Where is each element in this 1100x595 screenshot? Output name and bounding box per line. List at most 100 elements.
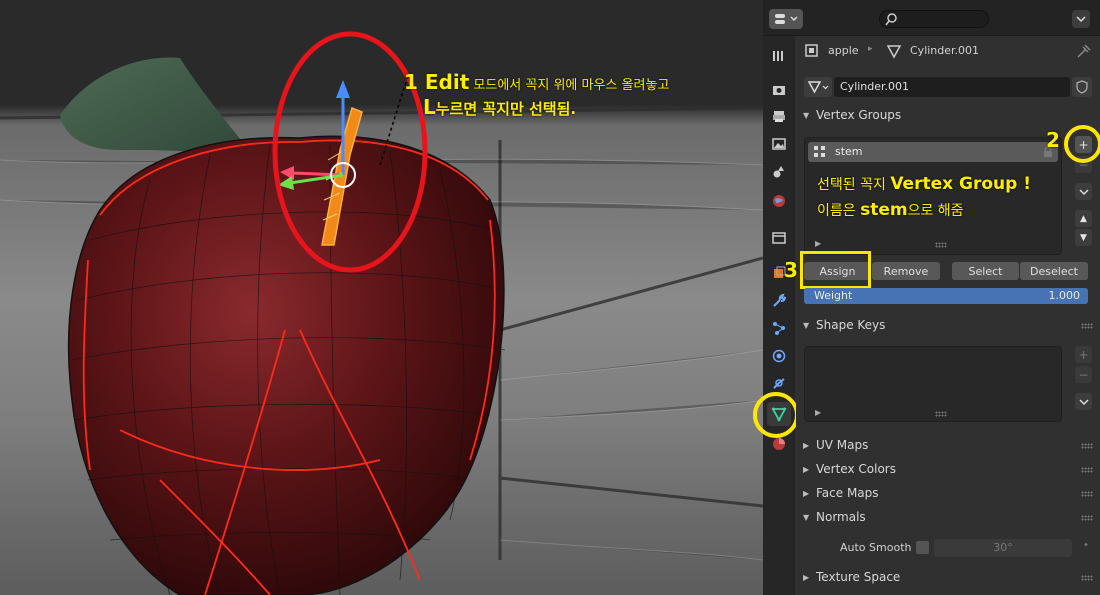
scene-icon xyxy=(773,166,784,178)
editor-type-button[interactable] xyxy=(769,9,803,29)
mesh-datablock-row: Cylinder.001 xyxy=(796,76,1100,98)
breadcrumb: apple ▸ Cylinder.001 xyxy=(796,40,1100,62)
3d-viewport[interactable]: 1 Edit 모드에서 꼭지 위에 마우스 올려놓고 L누르면 꼭지만 선택됨. xyxy=(0,0,763,595)
deselect-button[interactable]: Deselect xyxy=(1020,262,1088,280)
vertex-groups-panel-header[interactable]: ▼ Vertex Groups xyxy=(803,105,1093,127)
shape-keys-panel-header[interactable]: ▼ Shape Keys xyxy=(803,315,1093,337)
select-button[interactable]: Select xyxy=(952,262,1019,280)
tab-collection[interactable] xyxy=(767,226,791,250)
normals-title: Normals xyxy=(816,510,866,524)
step1-line1: 모드에서 꼭지 위에 마우스 올려놓고 xyxy=(469,78,670,93)
auto-smooth-angle-field[interactable]: 30° xyxy=(934,539,1072,557)
tool-icon xyxy=(773,51,783,61)
collapsed-triangle-icon: ▶ xyxy=(803,573,810,582)
panel-grip[interactable] xyxy=(1081,443,1093,449)
texture-space-title: Texture Space xyxy=(816,570,901,584)
vertex-group-item[interactable]: stem xyxy=(808,142,1058,162)
tab-view-layer[interactable] xyxy=(767,132,791,156)
panel-grip[interactable] xyxy=(1081,467,1093,473)
camera-icon xyxy=(773,86,785,95)
mesh-data-icon xyxy=(886,45,902,59)
wrench-icon xyxy=(773,293,786,307)
step2-number: 2 xyxy=(1046,128,1060,152)
note-line2-b: stem xyxy=(860,200,908,220)
properties-content: apple ▸ Cylinder.001 Cylinder.001 ▼ Vert… xyxy=(784,36,1100,595)
list-resize-grip[interactable] xyxy=(935,411,947,417)
step1-number: 1 xyxy=(404,70,418,94)
uv-maps-title: UV Maps xyxy=(816,438,869,452)
object-icon xyxy=(805,44,818,57)
shape-keys-title: Shape Keys xyxy=(816,318,886,332)
tab-render[interactable] xyxy=(767,78,791,102)
editor-type-icon xyxy=(775,14,798,24)
tab-scene[interactable] xyxy=(767,160,791,184)
auto-smooth-checkbox[interactable] xyxy=(916,541,929,554)
assign-button-highlight xyxy=(800,251,871,289)
tab-modifiers[interactable] xyxy=(767,289,791,313)
shape-key-specials-button[interactable] xyxy=(1075,393,1092,410)
vertex-group-specials-button[interactable] xyxy=(1075,183,1092,200)
panel-grip[interactable] xyxy=(1081,323,1093,329)
vertex-colors-panel-header[interactable]: ▶ Vertex Colors xyxy=(803,459,1093,481)
step1-edit: Edit xyxy=(424,70,470,94)
fake-user-button[interactable] xyxy=(1072,77,1092,97)
properties-tabs xyxy=(753,36,799,595)
particles-icon xyxy=(773,322,785,335)
auto-smooth-row: Auto Smooth 30° • xyxy=(796,537,1100,559)
tab-particles[interactable] xyxy=(767,316,791,340)
tab-tool[interactable] xyxy=(767,44,791,68)
tab-world[interactable] xyxy=(767,189,791,213)
collapsed-triangle-icon: ▶ xyxy=(803,465,810,474)
add-button-highlight xyxy=(1064,125,1100,163)
texture-space-panel-header[interactable]: ▶ Texture Space xyxy=(803,567,1093,589)
transform-gizmo xyxy=(278,80,356,190)
panel-grip[interactable] xyxy=(1081,575,1093,581)
normals-panel-header[interactable]: ▼ Normals xyxy=(803,507,1093,529)
vertex-group-list[interactable]: stem 선택된 꼭지 Vertex Group ! 이름은 stem으로 해줌… xyxy=(804,137,1062,255)
material-icon xyxy=(773,438,785,450)
list-expand-icon[interactable]: ▶ xyxy=(815,408,821,417)
tab-output[interactable] xyxy=(767,104,791,128)
panel-grip[interactable] xyxy=(1081,491,1093,497)
step1-key: L xyxy=(423,95,436,119)
move-up-button[interactable]: ▲ xyxy=(1075,210,1092,227)
weight-slider[interactable]: Weight 1.000 xyxy=(804,288,1088,304)
list-resize-grip[interactable] xyxy=(935,242,947,248)
remove-button[interactable]: Remove xyxy=(872,262,940,280)
step1-annotation-line2: L누르면 꼭지만 선택됨. xyxy=(423,95,576,119)
expanded-triangle-icon: ▼ xyxy=(803,513,810,522)
constraint-icon xyxy=(773,378,785,389)
weight-value: 1.000 xyxy=(1048,289,1081,302)
mesh-browse-button[interactable] xyxy=(804,77,832,97)
image-icon xyxy=(772,138,786,150)
animate-dot-icon[interactable]: • xyxy=(1083,540,1089,551)
note-line1-a: 선택된 꼭지 xyxy=(817,177,891,193)
panel-grip[interactable] xyxy=(1081,515,1093,521)
printer-icon xyxy=(773,111,785,122)
vertex-group-icon xyxy=(814,146,825,157)
remove-shape-key-button[interactable]: − xyxy=(1075,366,1092,383)
expanded-triangle-icon: ▼ xyxy=(803,111,810,120)
face-maps-panel-header[interactable]: ▶ Face Maps xyxy=(803,483,1093,505)
search-input[interactable] xyxy=(879,10,989,28)
physics-icon xyxy=(772,349,786,363)
list-expand-icon[interactable]: ▶ xyxy=(815,239,821,248)
chevron-down-icon xyxy=(1078,188,1089,195)
move-down-button[interactable]: ▼ xyxy=(1075,229,1092,246)
pin-icon[interactable] xyxy=(1076,43,1092,59)
note-line2-a: 이름은 xyxy=(817,203,861,219)
add-shape-key-button[interactable]: + xyxy=(1075,346,1092,363)
shape-key-list[interactable]: ▶ xyxy=(804,346,1062,422)
breadcrumb-separator-icon: ▸ xyxy=(868,44,873,54)
mesh-name-field[interactable]: Cylinder.001 xyxy=(834,77,1070,97)
shield-icon xyxy=(1076,80,1088,94)
world-icon xyxy=(773,195,785,207)
properties-header xyxy=(763,0,1100,36)
vertex-group-note: 선택된 꼭지 Vertex Group ! xyxy=(817,174,1031,194)
breadcrumb-data: Cylinder.001 xyxy=(910,44,980,57)
uv-maps-panel-header[interactable]: ▶ UV Maps xyxy=(803,435,1093,457)
header-options-button[interactable] xyxy=(1072,10,1090,28)
auto-smooth-label: Auto Smooth xyxy=(840,541,912,554)
step1-line2: 누르면 꼭지만 선택됨. xyxy=(435,100,577,118)
tab-physics[interactable] xyxy=(767,344,791,368)
